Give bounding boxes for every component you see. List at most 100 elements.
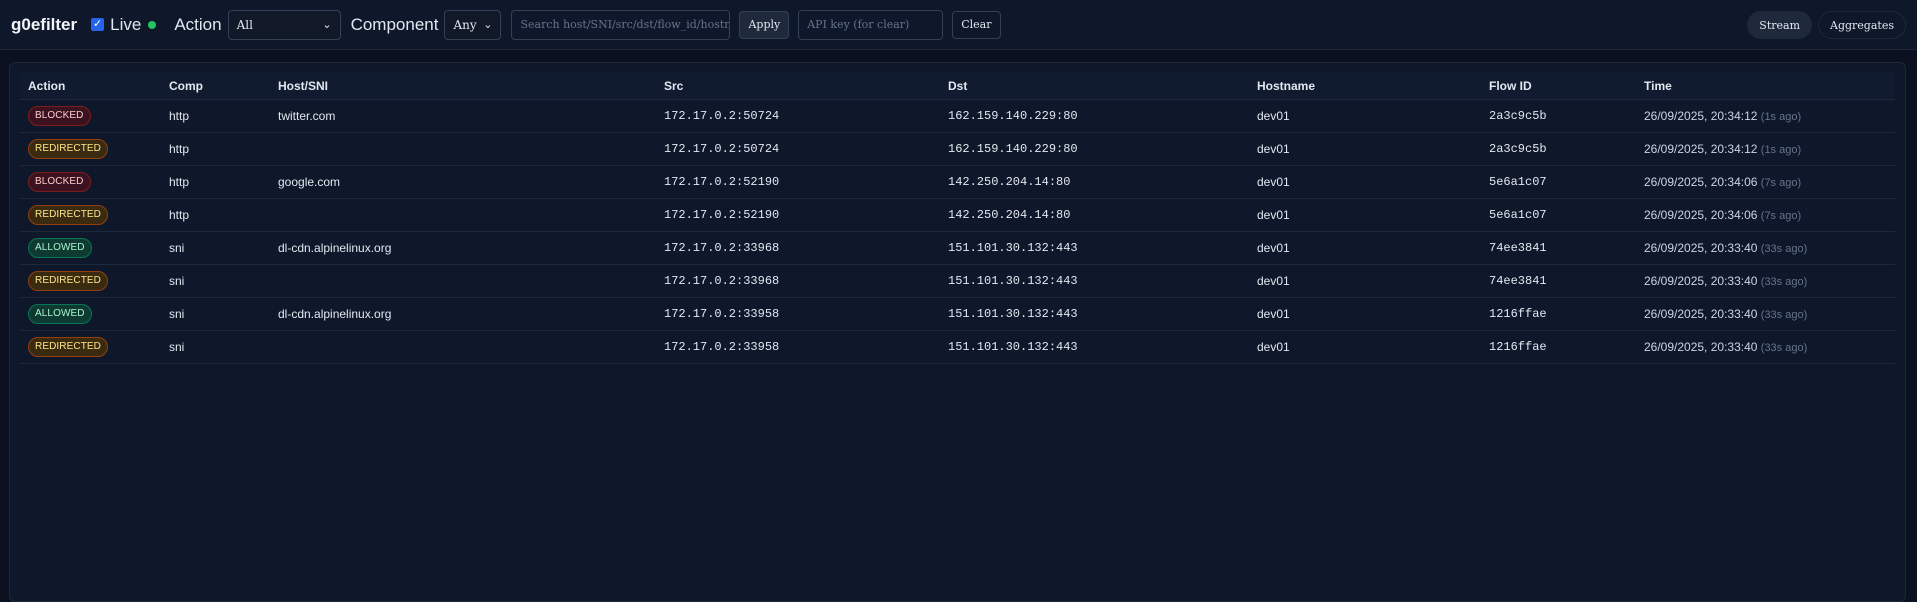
table-row[interactable]: ALLOWED sni dl-cdn.alpinelinux.org 172.17.0… (20, 297, 1895, 331)
cell-dst: 151.101.30.132:443 (940, 231, 1249, 265)
tab-stream[interactable]: Stream (1747, 11, 1813, 39)
cell-host (270, 132, 656, 166)
cell-flow-id: 2a3c9c5b (1481, 99, 1636, 133)
table-body: BLOCKED http twitter.com 172.17.0.2:50724 16… (20, 99, 1895, 364)
cell-flow-id: 74ee3841 (1481, 264, 1636, 298)
relative-time: (33s ago) (1760, 243, 1808, 255)
cell-flow-id: 1216ffae (1481, 330, 1636, 364)
cell-time: 26/09/2025, 20:33:40 (33s ago) (1636, 231, 1895, 265)
cell-src: 172.17.0.2:33968 (656, 231, 940, 265)
cell-hostname: dev01 (1249, 330, 1481, 364)
cell-comp: sni (161, 264, 270, 298)
action-filter-value: All (236, 17, 253, 32)
cell-action: ALLOWED (20, 297, 161, 331)
action-badge: REDIRECTED (28, 337, 109, 357)
cell-dst: 162.159.140.229:80 (940, 132, 1249, 166)
action-badge: BLOCKED (28, 172, 91, 192)
cell-action: REDIRECTED (20, 264, 161, 298)
relative-time: (7s ago) (1760, 177, 1802, 189)
timestamp: 26/09/2025, 20:34:12 (1644, 109, 1758, 123)
table-row[interactable]: REDIRECTED sni 172.17.0.2:33968 151.101.30.… (20, 264, 1895, 298)
app-title: g0efilter (11, 14, 78, 34)
search-input[interactable]: Search host/SNI/src/dst/flow_id/hostname (511, 9, 731, 40)
cell-action: REDIRECTED (20, 132, 161, 166)
cell-dst: 151.101.30.132:443 (940, 297, 1249, 331)
cell-flow-id: 5e6a1c07 (1481, 165, 1636, 199)
column-header: Flow ID (1481, 72, 1636, 100)
cell-hostname: dev01 (1249, 264, 1481, 298)
cell-flow-id: 1216ffae (1481, 297, 1636, 331)
cell-comp: sni (161, 330, 270, 364)
action-filter-select[interactable]: All ⌄ (227, 9, 341, 40)
cell-time: 26/09/2025, 20:33:40 (33s ago) (1636, 330, 1895, 364)
cell-hostname: dev01 (1249, 165, 1481, 199)
table-row[interactable]: BLOCKED http google.com 172.17.0.2:52190 142… (20, 165, 1895, 199)
cell-host (270, 330, 656, 364)
cell-time: 26/09/2025, 20:34:06 (7s ago) (1636, 165, 1895, 199)
table-row[interactable]: BLOCKED http twitter.com 172.17.0.2:50724 16… (20, 99, 1895, 133)
cell-host: dl-cdn.alpinelinux.org (270, 231, 656, 265)
cell-dst: 151.101.30.132:443 (940, 264, 1249, 298)
cell-hostname: dev01 (1249, 99, 1481, 133)
live-label: Live (110, 14, 142, 34)
timestamp: 26/09/2025, 20:33:40 (1644, 274, 1758, 288)
api-key-placeholder: API key (for clear) (807, 18, 910, 31)
column-header: Hostname (1249, 72, 1481, 100)
cell-src: 172.17.0.2:33958 (656, 330, 940, 364)
component-filter-select[interactable]: Any ⌄ (444, 9, 502, 40)
table-row[interactable]: REDIRECTED http 172.17.0.2:52190 142.250.20… (20, 198, 1895, 232)
cell-time: 26/09/2025, 20:34:12 (1s ago) (1636, 99, 1895, 133)
table-row[interactable]: REDIRECTED http 172.17.0.2:50724 162.159.14… (20, 132, 1895, 166)
view-tabs: Stream Aggregates (1741, 11, 1906, 39)
cell-time: 26/09/2025, 20:33:40 (33s ago) (1636, 297, 1895, 331)
cell-comp: sni (161, 297, 270, 331)
cell-action: REDIRECTED (20, 198, 161, 232)
column-header: Comp (161, 72, 270, 100)
top-bar: g0efilter ✓ Live Action All ⌄ Component … (0, 0, 1917, 50)
cell-action: BLOCKED (20, 165, 161, 199)
timestamp: 26/09/2025, 20:34:06 (1644, 208, 1758, 222)
cell-comp: sni (161, 231, 270, 265)
cell-action: BLOCKED (20, 99, 161, 133)
live-checkbox[interactable]: ✓ (91, 18, 105, 31)
action-badge: REDIRECTED (28, 139, 109, 159)
tab-aggregates[interactable]: Aggregates (1818, 11, 1906, 39)
action-filter-label: Action (174, 14, 222, 34)
cell-flow-id: 5e6a1c07 (1481, 198, 1636, 232)
cell-src: 172.17.0.2:50724 (656, 99, 940, 133)
chevron-down-icon: ⌄ (483, 18, 493, 31)
cell-dst: 151.101.30.132:443 (940, 330, 1249, 364)
action-badge: REDIRECTED (28, 205, 109, 225)
cell-time: 26/09/2025, 20:34:06 (7s ago) (1636, 198, 1895, 232)
table-header-row: Action Comp Host/SNI Src Dst Hostname Flow ID T… (20, 72, 1895, 100)
cell-comp: http (161, 99, 270, 133)
relative-time: (1s ago) (1760, 144, 1802, 156)
live-status-dot-icon (148, 20, 157, 29)
relative-time: (33s ago) (1760, 342, 1808, 354)
live-toggle[interactable]: ✓ Live (91, 15, 164, 35)
cell-action: REDIRECTED (20, 330, 161, 364)
cell-host (270, 198, 656, 232)
cell-host (270, 264, 656, 298)
relative-time: (33s ago) (1760, 276, 1808, 288)
component-filter-label: Component (350, 14, 439, 34)
chevron-down-icon: ⌄ (322, 18, 332, 31)
api-key-input[interactable]: API key (for clear) (798, 9, 944, 40)
timestamp: 26/09/2025, 20:33:40 (1644, 307, 1758, 321)
cell-src: 172.17.0.2:50724 (656, 132, 940, 166)
cell-time: 26/09/2025, 20:33:40 (33s ago) (1636, 264, 1895, 298)
timestamp: 26/09/2025, 20:33:40 (1644, 340, 1758, 354)
events-panel: Action Comp Host/SNI Src Dst Hostname Flow ID T… (9, 62, 1906, 602)
cell-comp: http (161, 198, 270, 232)
cell-dst: 142.250.204.14:80 (940, 165, 1249, 199)
action-badge: REDIRECTED (28, 271, 109, 291)
table-row[interactable]: REDIRECTED sni 172.17.0.2:33958 151.101.30.… (20, 330, 1895, 364)
table-row[interactable]: ALLOWED sni dl-cdn.alpinelinux.org 172.17.0… (20, 231, 1895, 265)
clear-button[interactable]: Clear (952, 10, 1001, 39)
column-header: Action (20, 72, 161, 100)
component-filter-value: Any (453, 17, 477, 32)
apply-button[interactable]: Apply (739, 10, 790, 39)
cell-action: ALLOWED (20, 231, 161, 265)
relative-time: (33s ago) (1760, 309, 1808, 321)
events-table: Action Comp Host/SNI Src Dst Hostname Flow ID T… (20, 72, 1895, 364)
